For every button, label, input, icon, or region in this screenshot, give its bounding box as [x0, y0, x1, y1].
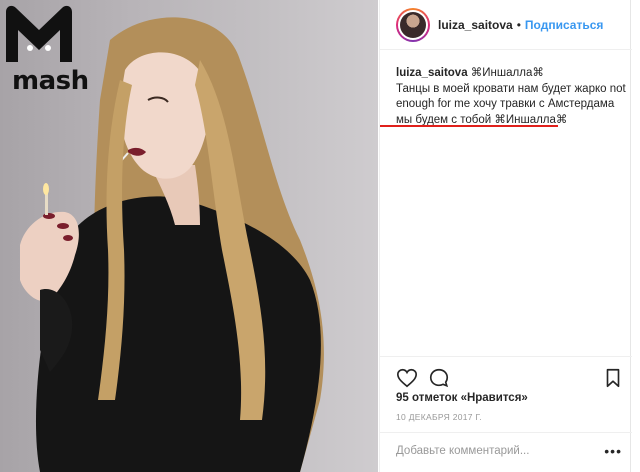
caption-text: ⁣⌘Иншалла⌘	[467, 67, 544, 79]
separator-dot: •	[516, 17, 521, 32]
post-photo[interactable]: mash	[0, 0, 378, 472]
caption-line: enough for me хочу травки с Амстердама	[396, 98, 615, 110]
comment-bar: •••	[380, 432, 632, 472]
post-header: luiza_saitova • Подписаться	[380, 0, 632, 50]
heart-icon[interactable]	[396, 367, 418, 389]
comment-input[interactable]	[396, 445, 596, 457]
follow-button[interactable]: Подписаться	[525, 18, 603, 32]
post-date[interactable]: 10 ДЕКАБРЯ 2017 Г.	[396, 412, 482, 422]
avatar[interactable]	[396, 7, 430, 42]
caption-line: Танцы в моей кровати нам будет жарко not	[396, 82, 626, 95]
post-caption: luiza_saitova ⁣⌘Иншалла⌘ Танцы в моей кр…	[396, 66, 628, 128]
bookmark-icon[interactable]	[602, 367, 624, 389]
comment-bubble-icon[interactable]	[428, 367, 450, 389]
action-bar	[380, 356, 632, 396]
instagram-post: mash luiza_saitova • Подписаться luiza_s…	[0, 0, 640, 472]
red-underline	[380, 125, 558, 127]
header-text: luiza_saitova • Подписаться	[438, 18, 603, 32]
likes-count[interactable]: 95 отметок «Нравится»	[396, 392, 528, 404]
avatar-image	[400, 11, 426, 38]
username-link[interactable]: luiza_saitova	[438, 18, 513, 32]
nail	[43, 213, 55, 219]
match-stick	[45, 193, 48, 215]
match-flame	[43, 183, 49, 195]
nail	[57, 223, 69, 229]
nail	[63, 235, 73, 241]
mash-logo-text: mash	[12, 66, 89, 96]
caption-line: luiza_saitova ⁣⌘Иншалла⌘	[396, 66, 628, 82]
caption-username[interactable]: luiza_saitova	[396, 67, 468, 79]
post-sidebar: luiza_saitova • Подписаться luiza_saitov…	[379, 0, 632, 472]
more-options-icon[interactable]: •••	[604, 443, 622, 459]
